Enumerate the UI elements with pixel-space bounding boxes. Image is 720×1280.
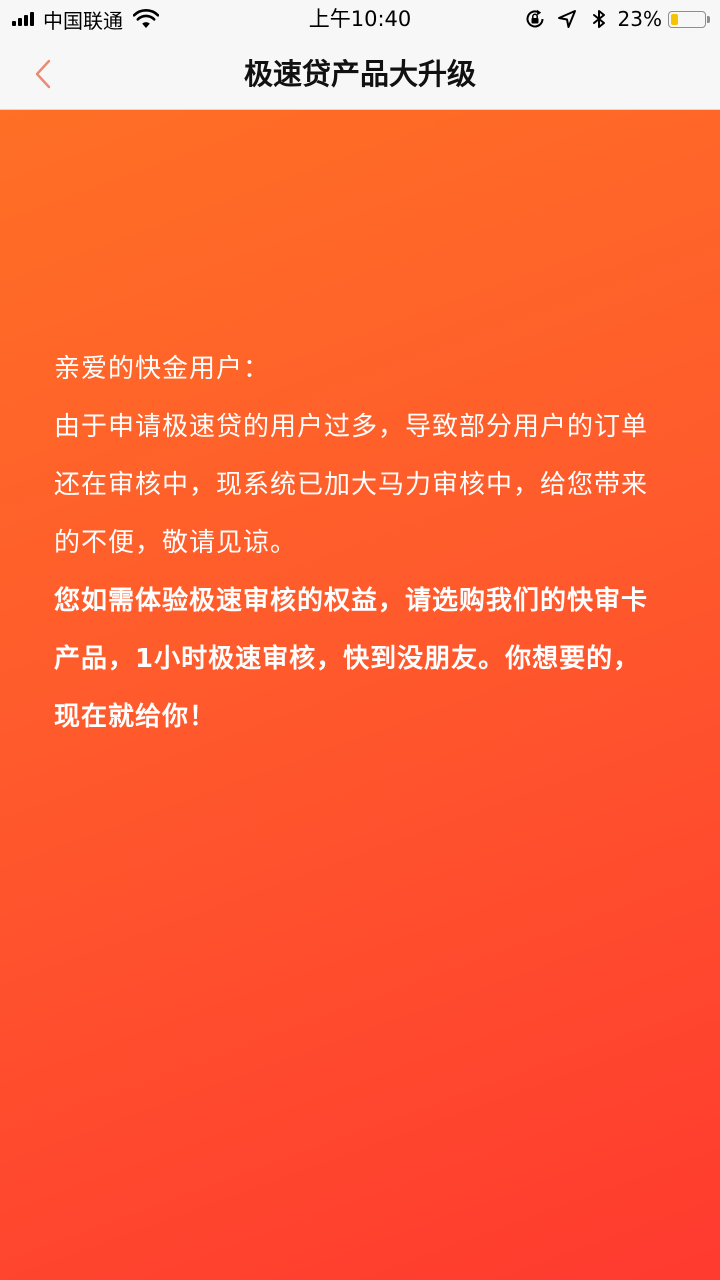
location-arrow-icon bbox=[557, 10, 576, 28]
status-bar: 中国联通 上午10:40 23% bbox=[0, 0, 720, 38]
greeting-text: 亲爱的快金用户： bbox=[54, 354, 271, 384]
notice-text: 由于申请极速贷的用户过多，导致部分用户的订单还在审核中，现系统已加大马力审核中，… bbox=[54, 412, 649, 558]
status-right: 23% bbox=[514, 0, 710, 38]
wifi-icon bbox=[133, 9, 159, 28]
status-left: 中国联通 bbox=[12, 0, 159, 38]
battery-icon bbox=[668, 10, 710, 28]
back-button[interactable] bbox=[30, 56, 70, 92]
promo-text: 您如需体验极速审核的权益，请选购我们的快审卡产品，1小时极速审核，快到没朋友。你… bbox=[54, 586, 649, 732]
carrier-name: 中国联通 bbox=[43, 8, 123, 33]
rotation-lock-icon bbox=[526, 9, 544, 28]
nav-bar: 极速贷产品大升级 bbox=[0, 38, 720, 110]
signal-strength-icon bbox=[12, 12, 36, 26]
page-title: 极速贷产品大升级 bbox=[243, 57, 476, 91]
content-area: 亲爱的快金用户： 由于申请极速贷的用户过多，导致部分用户的订单还在审核中，现系统… bbox=[0, 110, 720, 1280]
notice-message: 亲爱的快金用户： 由于申请极速贷的用户过多，导致部分用户的订单还在审核中，现系统… bbox=[54, 340, 654, 746]
chevron-left-icon bbox=[35, 59, 51, 89]
screen: 中国联通 上午10:40 23% 极速贷产品大升级 亲爱的快金用户： 由于申请极… bbox=[0, 0, 720, 1280]
battery-level-fill bbox=[671, 13, 679, 25]
battery-percent: 23% bbox=[617, 7, 662, 31]
bluetooth-icon bbox=[592, 10, 605, 28]
